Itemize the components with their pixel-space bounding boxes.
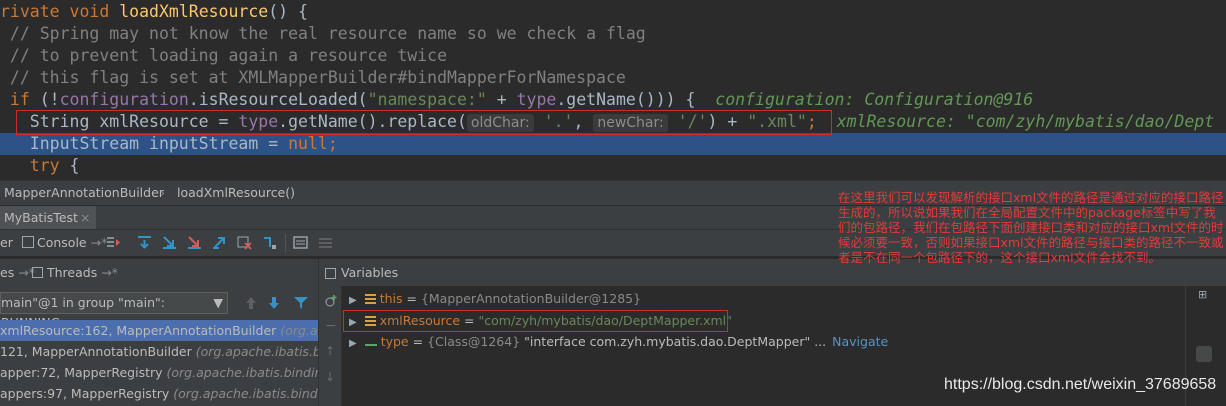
field-icon	[364, 334, 377, 346]
threads-label: Threads	[47, 265, 98, 280]
frame-package: (org.apache.ibatis.binding	[173, 386, 318, 401]
code-token: configuration	[59, 90, 189, 109]
code-editor[interactable]: rivate void loadXmlResource() { // Sprin…	[0, 0, 1226, 178]
code-token: type	[516, 90, 557, 109]
frame-row[interactable]: xmlResource:162, MapperAnnotationBuilder…	[0, 320, 318, 341]
arrow-down-icon[interactable]	[268, 296, 280, 310]
down-icon[interactable]: ↓	[325, 370, 335, 384]
code-line[interactable]: // Spring may not know the real resource…	[0, 23, 646, 45]
drop-frame-icon[interactable]	[237, 235, 252, 250]
variable-row[interactable]: ▶ type = {Class@1264} "interface com.zyh.…	[349, 331, 888, 352]
console-icon	[22, 236, 34, 248]
tab-mybatistest[interactable]: MyBatisTest ×	[0, 206, 96, 230]
debugger-tab-fragment[interactable]: er	[0, 235, 13, 250]
breadcrumb-class[interactable]: MapperAnnotationBuilder	[4, 181, 164, 205]
frame-row[interactable]: appers:97, MapperRegistry (org.apache.ib…	[0, 383, 318, 404]
frames-panel: main"@1 in group "main": RUNNING ▼ xmlRe…	[0, 286, 318, 406]
code-token: loadXmlResource	[119, 2, 269, 21]
code-line[interactable]: // to prevent loading again a resource t…	[0, 45, 447, 67]
code-token: rivate void	[0, 2, 120, 21]
variable-row[interactable]: ▶ this = {MapperAnnotationBuilder@1285}	[349, 288, 641, 309]
annotation-note: 在这里我们可以发现解析的接口xml文件的路径是通过对应的接口路径生成的，所以说如…	[838, 190, 1224, 265]
step-out-icon[interactable]	[212, 235, 227, 250]
code-token: () {	[268, 2, 308, 21]
variable-value: {Class@1264}	[427, 334, 521, 349]
field-icon	[364, 294, 376, 304]
variable-name: this	[379, 291, 403, 306]
up-icon[interactable]: ↑	[325, 344, 335, 358]
expand-icon[interactable]: ▶	[349, 338, 357, 349]
code-line[interactable]: try {	[0, 155, 80, 177]
variables-side-toolbar: − ↑ ↓	[319, 286, 342, 406]
code-token: {	[69, 156, 80, 175]
variable-value: {MapperAnnotationBuilder@1285}	[420, 291, 642, 306]
frames-label: es	[0, 265, 15, 280]
variables-label: Variables	[341, 265, 399, 280]
annotation-box-code	[16, 110, 832, 135]
frame-method: 121, MapperAnnotationBuilder	[0, 344, 192, 359]
variable-name: type	[380, 334, 409, 349]
frames-tab[interactable]: es →*	[0, 259, 35, 287]
watch-add-icon[interactable]	[324, 294, 338, 308]
code-token: if	[0, 90, 40, 109]
code-line[interactable]: rivate void loadXmlResource() {	[0, 1, 308, 23]
code-token: // to prevent loading again a resource t…	[0, 46, 448, 65]
watermark: https://blog.csdn.net/weixin_37689658	[944, 376, 1217, 393]
code-token: .getName())) {	[556, 90, 696, 109]
frame-row[interactable]: apper:72, MapperRegistry (org.apache.iba…	[0, 362, 318, 383]
minus-icon[interactable]: −	[325, 318, 337, 334]
breadcrumb-separator: ›	[160, 185, 165, 200]
code-token: InputStream inputStream =	[0, 134, 289, 153]
code-token: ;	[327, 134, 338, 153]
code-line[interactable]: InputStream inputStream = null;	[0, 133, 338, 155]
debug-inline-value: configuration: Configuration@916	[695, 90, 1034, 109]
filter-icon[interactable]	[294, 297, 308, 309]
thread-select[interactable]: main"@1 in group "main": RUNNING ▼	[0, 292, 228, 330]
frame-row[interactable]: 121, MapperAnnotationBuilder (org.apache…	[0, 341, 318, 362]
navigate-link[interactable]: Navigate	[832, 334, 888, 349]
code-token: // Spring may not know the real resource…	[0, 24, 646, 43]
chevron-down-icon: ▼	[213, 295, 223, 310]
variables-icon	[325, 268, 336, 279]
toolbar-divider	[285, 234, 286, 252]
settings-icon[interactable]	[1196, 346, 1212, 362]
annotation-box-variable	[343, 310, 728, 332]
code-token: null	[288, 134, 328, 153]
expand-icon[interactable]: ▶	[349, 295, 357, 306]
evaluate-expression-icon[interactable]	[293, 235, 308, 250]
console-label: Console	[37, 235, 87, 250]
frame-method: appers:97, MapperRegistry	[0, 386, 170, 401]
step-into-icon[interactable]	[162, 235, 177, 250]
console-tab[interactable]: Console →*	[22, 235, 107, 250]
code-token: .isResourceLoaded(	[188, 90, 368, 109]
frame-package: (org.apach	[280, 323, 318, 338]
run-to-cursor-icon[interactable]	[262, 235, 277, 250]
debug-inline-value: xmlResource: "com/zyh/mybatis/dao/Dept	[816, 112, 1215, 131]
frame-package: (org.apache.ibatis.binding)	[166, 365, 318, 380]
force-step-into-icon[interactable]	[187, 235, 202, 250]
step-over-icon[interactable]	[137, 235, 152, 250]
frame-method: xmlResource:162, MapperAnnotationBuilder	[0, 323, 277, 338]
equals-sign: =	[408, 334, 428, 349]
variable-tostring: "interface com.zyh.mybatis.dao.DeptMappe…	[524, 334, 827, 349]
arrow-up-icon[interactable]	[245, 296, 257, 310]
restore-layout-icon[interactable]: ⊞	[1198, 288, 1207, 301]
code-token: +	[486, 90, 517, 109]
code-token: try	[0, 156, 70, 175]
show-execution-point-icon[interactable]	[106, 235, 121, 250]
code-token: "namespace:"	[367, 90, 487, 109]
frame-method: apper:72, MapperRegistry	[0, 365, 163, 380]
code-line[interactable]: if (!configuration.isResourceLoaded("nam…	[0, 89, 1033, 111]
threads-icon	[32, 267, 43, 278]
threads-tab[interactable]: Threads →*	[32, 259, 118, 287]
equals-sign: =	[402, 291, 421, 306]
frame-package: (org.apache.ibatis.buil	[195, 344, 318, 359]
trace-icon[interactable]	[318, 235, 333, 250]
close-icon[interactable]: ×	[80, 210, 90, 225]
code-token: // this flag is set at XMLMapperBuilder#…	[0, 68, 626, 87]
breadcrumb-method[interactable]: loadXmlResource()	[177, 181, 295, 205]
tab-label: MyBatisTest	[4, 210, 78, 225]
code-line[interactable]: // this flag is set at XMLMapperBuilder#…	[0, 67, 626, 89]
code-token: (!	[39, 90, 60, 109]
